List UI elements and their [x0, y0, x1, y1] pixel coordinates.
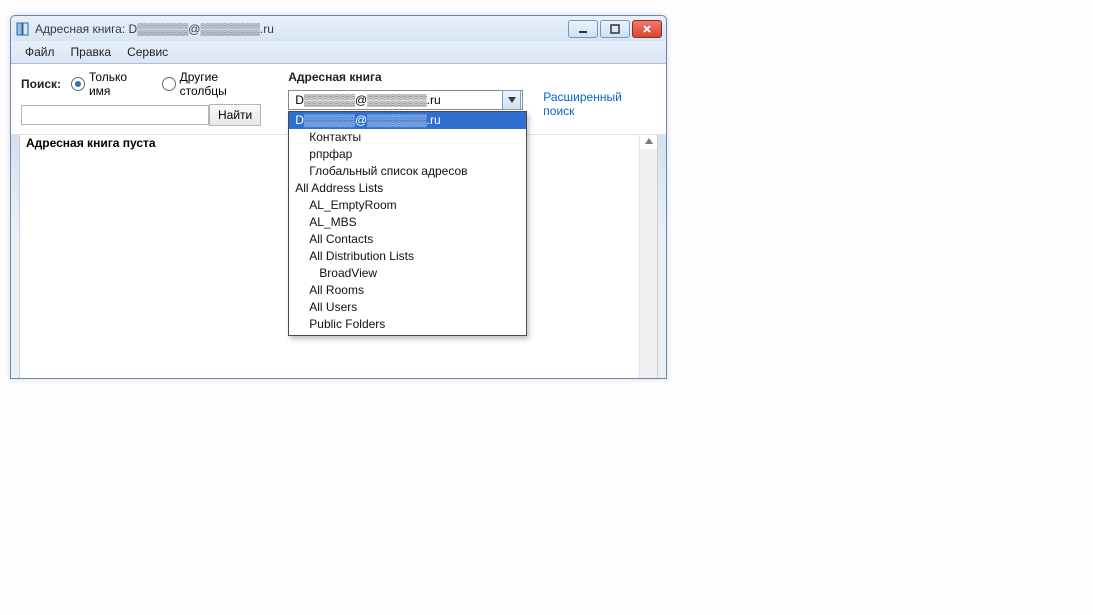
- search-toolbar: Поиск: Только имя Другие столбцы Найти А…: [11, 64, 666, 135]
- dropdown-item[interactable]: All Users: [289, 299, 526, 316]
- dropdown-item[interactable]: All Contacts: [289, 231, 526, 248]
- menu-edit[interactable]: Правка: [63, 43, 120, 61]
- dropdown-item[interactable]: рпрфар: [289, 146, 526, 163]
- combo-dropdown-button[interactable]: [502, 90, 521, 110]
- menu-service[interactable]: Сервис: [119, 43, 176, 61]
- titlebar: Адресная книга: D▒▒▒▒▒▒@▒▒▒▒▒▒▒.ru: [11, 16, 666, 41]
- menu-file[interactable]: Файл: [17, 43, 63, 61]
- radio-more-columns-label: Другие столбцы: [180, 70, 269, 98]
- maximize-icon: [610, 24, 620, 34]
- address-book-label: Адресная книга: [288, 70, 523, 84]
- dropdown-item[interactable]: D▒▒▒▒▒▒@▒▒▒▒▒▒▒.ru: [289, 112, 526, 129]
- dropdown-item[interactable]: Глобальный список адресов: [289, 163, 526, 180]
- minimize-icon: [578, 24, 588, 34]
- address-book-dropdown[interactable]: D▒▒▒▒▒▒@▒▒▒▒▒▒▒.ruКонтактырпрфарГлобальн…: [288, 111, 527, 336]
- dropdown-item[interactable]: Public Folders: [289, 316, 526, 333]
- radio-more-columns[interactable]: Другие столбцы: [162, 70, 269, 98]
- chevron-down-icon: [508, 97, 516, 103]
- radio-name-only-label: Только имя: [89, 70, 152, 98]
- dropdown-item[interactable]: Контакты: [289, 129, 526, 146]
- radio-name-only[interactable]: Только имя: [71, 70, 152, 98]
- search-label: Поиск:: [21, 77, 61, 91]
- dropdown-item[interactable]: All Distribution Lists: [289, 248, 526, 265]
- menubar: Файл Правка Сервис: [11, 41, 666, 64]
- maximize-button[interactable]: [600, 20, 630, 38]
- radio-icon: [162, 77, 176, 91]
- radio-icon: [71, 77, 85, 91]
- minimize-button[interactable]: [568, 20, 598, 38]
- address-book-combo[interactable]: D▒▒▒▒▒▒@▒▒▒▒▒▒▒.ru D▒▒▒▒▒▒@▒▒▒▒▒▒▒.ruКон…: [288, 90, 523, 110]
- combo-value: D▒▒▒▒▒▒@▒▒▒▒▒▒▒.ru: [289, 93, 502, 107]
- find-button[interactable]: Найти: [209, 104, 261, 126]
- address-book-icon: [15, 21, 31, 37]
- address-book-window: Адресная книга: D▒▒▒▒▒▒@▒▒▒▒▒▒▒.ru Файл …: [10, 15, 667, 379]
- vertical-scrollbar[interactable]: [639, 132, 657, 378]
- dropdown-item[interactable]: AL_EmptyRoom: [289, 197, 526, 214]
- dropdown-item[interactable]: All Address Lists: [289, 180, 526, 197]
- dropdown-item[interactable]: All Rooms: [289, 282, 526, 299]
- search-input[interactable]: [21, 105, 209, 125]
- dropdown-item[interactable]: AL_MBS: [289, 214, 526, 231]
- dropdown-item[interactable]: BroadView: [289, 265, 526, 282]
- close-icon: [642, 24, 652, 34]
- window-title: Адресная книга: D▒▒▒▒▒▒@▒▒▒▒▒▒▒.ru: [35, 22, 566, 36]
- advanced-search-link[interactable]: Расширенный поиск: [543, 90, 656, 118]
- close-button[interactable]: [632, 20, 662, 38]
